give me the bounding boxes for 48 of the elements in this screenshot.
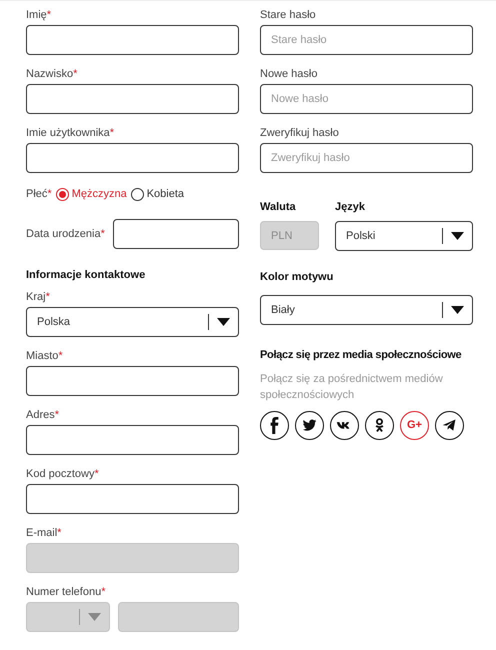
date-field[interactable]	[112, 218, 239, 248]
social-button[interactable]	[330, 411, 359, 440]
dropdown[interactable]: Biały	[260, 295, 473, 325]
field-label: Stare hasło	[260, 8, 316, 23]
field-label: Adres*	[26, 408, 60, 423]
field-label: Kod pocztowy*	[26, 467, 99, 482]
field-label: Zweryfikuj hasło	[260, 126, 339, 141]
description-text: Połącz się za pośrednictwem mediów społecznościowych	[260, 372, 444, 403]
field-label: E-mail*	[26, 526, 62, 541]
facebook-icon	[270, 417, 279, 434]
field-label: Język	[335, 200, 365, 215]
social-button[interactable]: G+	[400, 411, 429, 440]
currency-field: PLN	[260, 221, 319, 250]
input-field[interactable]	[26, 143, 239, 173]
caret-icon	[88, 613, 101, 621]
input-field[interactable]	[26, 25, 239, 55]
password-field[interactable]: Nowe hasło	[260, 84, 473, 114]
social-button[interactable]	[260, 411, 289, 440]
field-label: Imie użytkownika*	[26, 126, 114, 141]
radio-option[interactable]: Mężczyzna	[56, 186, 127, 202]
dropdown[interactable]: Polska	[26, 307, 239, 337]
input-field[interactable]	[26, 484, 239, 514]
field-label: Numer telefonu*	[26, 585, 106, 600]
field-label: Kolor motywu	[260, 270, 334, 285]
radio-option[interactable]: Kobieta	[130, 186, 184, 202]
caret-icon	[217, 318, 230, 326]
field-label: Nazwisko*	[26, 67, 78, 82]
field-label: Imię*	[26, 8, 52, 23]
field-label: Kraj*	[26, 290, 50, 305]
input-field[interactable]	[26, 425, 239, 455]
field-label: Waluta	[260, 200, 296, 215]
field-label: Miasto*	[26, 349, 63, 364]
social-button[interactable]	[365, 411, 394, 440]
social-button[interactable]	[435, 411, 464, 440]
section-heading: Połącz się przez media społecznościowe	[260, 348, 462, 363]
field-label: Data urodzenia*	[26, 226, 105, 242]
password-field[interactable]: Stare hasło	[260, 25, 473, 55]
field-label: Nowe hasło	[260, 67, 318, 82]
caret-icon	[451, 306, 464, 314]
caret-icon	[451, 232, 464, 240]
dropdown[interactable]: Polski	[335, 221, 473, 251]
input-field[interactable]	[26, 84, 239, 114]
input-field[interactable]	[26, 366, 239, 396]
social-button[interactable]	[295, 411, 324, 440]
section-heading: Informacje kontaktowe	[26, 268, 146, 282]
password-field[interactable]: Zweryfikuj hasło	[260, 143, 473, 173]
field-label: Płeć*	[26, 187, 52, 202]
twitter-icon	[301, 417, 318, 434]
